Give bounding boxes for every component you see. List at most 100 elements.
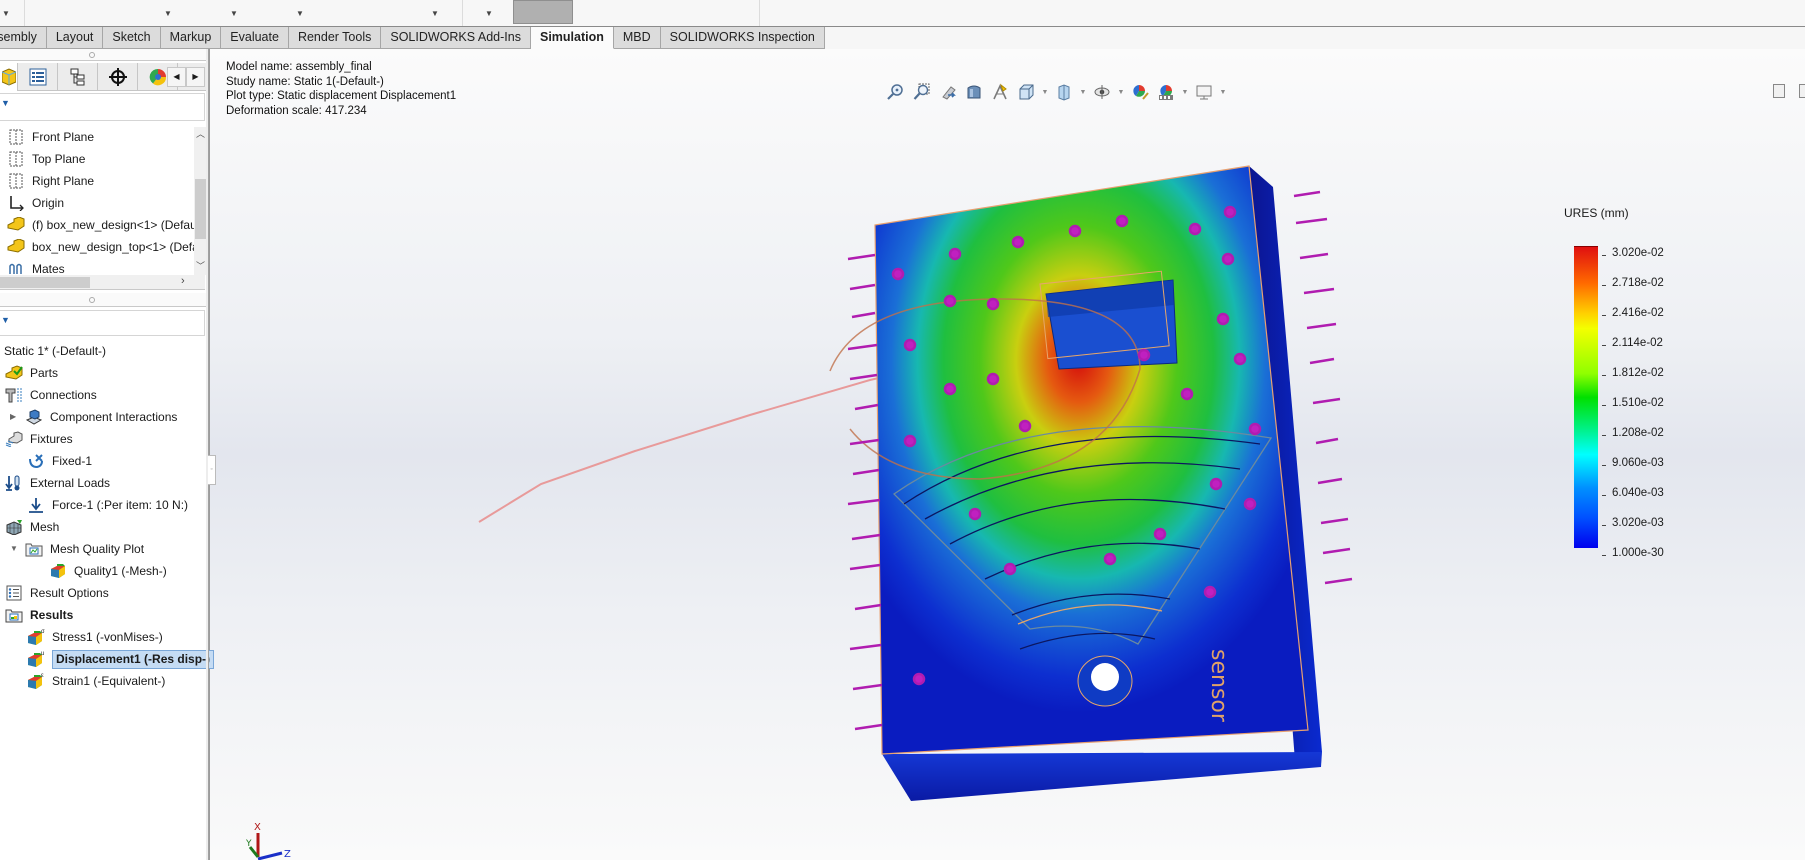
legend-value: 2.416e-02 (1602, 307, 1664, 319)
dropdown-arrow-icon[interactable]: ▼ (2, 9, 10, 18)
parts-icon (4, 364, 24, 382)
svg-text:ε: ε (41, 673, 44, 679)
fixture-arrow-right-row (1293, 190, 1353, 585)
tab-solidworks-add-ins[interactable]: SOLIDWORKS Add-Ins (381, 27, 531, 49)
tab-markup[interactable]: Markup (160, 27, 222, 49)
legend-value: 3.020e-02 (1602, 247, 1664, 259)
tree-item-displacement1[interactable]: u Displacement1 (-Res disp-) (26, 649, 215, 669)
legend-color-bar (1574, 246, 1598, 548)
legend-value: 2.718e-02 (1602, 277, 1664, 289)
scroll-right-icon[interactable]: › (181, 275, 185, 287)
stress-plot-icon: σ (26, 628, 46, 646)
external-loads-icon (4, 474, 24, 492)
feature-manager-panel: ◀ ▶ ▼ Front Plane Top Plane Right Plane … (0, 49, 215, 860)
plane-icon (6, 150, 26, 168)
tree-item-right-plane[interactable]: Right Plane (6, 171, 94, 191)
tab-scroll-left-button[interactable]: ◀ (167, 67, 186, 87)
legend-value: 1.208e-02 (1602, 427, 1664, 439)
tree-item-component-interactions[interactable]: ▶ Component Interactions (10, 407, 177, 427)
property-manager-tab[interactable] (18, 63, 58, 91)
feature-manager-tab[interactable] (0, 63, 18, 91)
tree-item-box-new-design[interactable]: (f) box_new_design<1> (Defaul (6, 215, 199, 235)
dropdown-arrow-icon[interactable]: ▼ (164, 9, 172, 18)
tab-simulation[interactable]: Simulation (530, 27, 614, 49)
tree-item-parts[interactable]: Parts (4, 363, 58, 383)
tree-item-origin[interactable]: Origin (6, 193, 64, 213)
dimxpert-manager-tab[interactable] (98, 63, 138, 91)
tree-item-fixtures[interactable]: Fixtures (4, 429, 73, 449)
tree-item-strain1[interactable]: ε Strain1 (-Equivalent-) (26, 671, 165, 691)
tab-render-tools[interactable]: Render Tools (288, 27, 382, 49)
tab-sketch[interactable]: Sketch (103, 27, 161, 49)
strain-plot-icon: ε (26, 672, 46, 690)
triad-y-label: Y (246, 839, 252, 849)
tab-solidworks-inspection[interactable]: SOLIDWORKS Inspection (660, 27, 825, 49)
legend-value: 1.812e-02 (1602, 367, 1664, 379)
dropdown-arrow-icon[interactable]: ▼ (485, 9, 493, 18)
dropdown-arrow-icon[interactable]: ▼ (296, 9, 304, 18)
expand-arrow-icon[interactable]: ▶ (10, 407, 16, 427)
legend-value: 2.114e-02 (1602, 337, 1663, 349)
legend-value: 3.020e-03 (1602, 517, 1664, 529)
configuration-manager-tab[interactable] (58, 63, 98, 91)
panel-splitter-top[interactable] (0, 49, 209, 61)
graphics-area[interactable]: Model name: assembly_final Study name: S… (209, 49, 1805, 860)
tree-item-result-options[interactable]: Result Options (4, 583, 109, 603)
tab-evaluate[interactable]: Evaluate (221, 27, 289, 49)
folder-icon (24, 540, 44, 558)
panel-splitter-middle[interactable] (0, 293, 209, 307)
triad-x-label: X (254, 822, 261, 833)
tree-item-external-loads[interactable]: External Loads (4, 473, 110, 493)
tree-item-top-plane[interactable]: Top Plane (6, 149, 85, 169)
model-bottom-face (882, 752, 1322, 801)
fea-model-plot[interactable]: sensor (210, 49, 1805, 860)
force-icon (26, 496, 46, 514)
filter-icon: ▼ (1, 315, 10, 325)
scroll-down-icon[interactable]: ﹀ (195, 259, 206, 272)
tab-layout[interactable]: Layout (46, 27, 104, 49)
toolbar-placeholder-button[interactable] (513, 0, 573, 24)
scroll-up-icon[interactable]: ︿ (195, 127, 206, 140)
fixtures-icon (4, 430, 24, 448)
tree-item-study[interactable]: Static 1* (-Default-) (4, 341, 106, 361)
simulation-tree-filter[interactable]: ▼ (0, 310, 205, 336)
component-interactions-icon (24, 408, 44, 426)
tree-horizontal-scrollbar[interactable]: › (0, 275, 205, 290)
dropdown-arrow-icon[interactable]: ▼ (230, 9, 238, 18)
legend-value: 9.060e-03 (1602, 457, 1664, 469)
tree-item-mates[interactable]: Mates (6, 259, 65, 274)
tree-item-mesh[interactable]: Mesh (4, 517, 59, 537)
tab-assembly[interactable]: ssembly (0, 27, 47, 49)
plane-icon (6, 172, 26, 190)
triad-z-axis (257, 851, 283, 860)
tree-item-front-plane[interactable]: Front Plane (6, 127, 94, 147)
tree-item-fixed-1[interactable]: Fixed-1 (26, 451, 92, 471)
feature-tree-upper: Front Plane Top Plane Right Plane Origin… (0, 127, 205, 274)
tree-item-quality1[interactable]: Quality1 (-Mesh-) (48, 561, 167, 581)
scrollbar-thumb[interactable] (0, 277, 90, 288)
separator (462, 0, 463, 26)
simulation-study-tree: Static 1* (-Default-) Parts Connections … (0, 337, 215, 757)
tree-item-results[interactable]: Results (4, 605, 73, 625)
scrollbar-thumb[interactable] (195, 179, 206, 239)
triad-z-label: Z (284, 849, 291, 860)
tree-item-stress1[interactable]: σ Stress1 (-vonMises-) (26, 627, 163, 647)
part-icon (6, 238, 26, 256)
command-manager-tabs: ssembly Layout Sketch Markup Evaluate Re… (0, 27, 825, 49)
tree-item-box-new-design-top[interactable]: box_new_design_top<1> (Defau (6, 237, 205, 257)
dropdown-arrow-icon[interactable]: ▼ (431, 9, 439, 18)
legend-title: URES (mm) (1564, 206, 1629, 220)
collapse-arrow-icon[interactable]: ▼ (10, 539, 18, 559)
panel-collapse-handle[interactable]: ◦ (208, 455, 216, 485)
engraved-text: sensor (1206, 649, 1231, 723)
part-icon (6, 216, 26, 234)
feature-tree-filter[interactable]: ▼ (0, 93, 205, 121)
tree-item-force-1[interactable]: Force-1 (:Per item: 10 N:) (26, 495, 188, 515)
svg-text:u: u (41, 651, 44, 657)
legend-value: 1.000e-30 (1602, 547, 1664, 559)
tree-item-mesh-quality-plot[interactable]: ▼ Mesh Quality Plot (10, 539, 144, 559)
plot-icon (48, 562, 68, 580)
tab-mbd[interactable]: MBD (613, 27, 661, 49)
tree-item-connections[interactable]: Connections (4, 385, 97, 405)
tab-scroll-right-button[interactable]: ▶ (186, 67, 205, 87)
